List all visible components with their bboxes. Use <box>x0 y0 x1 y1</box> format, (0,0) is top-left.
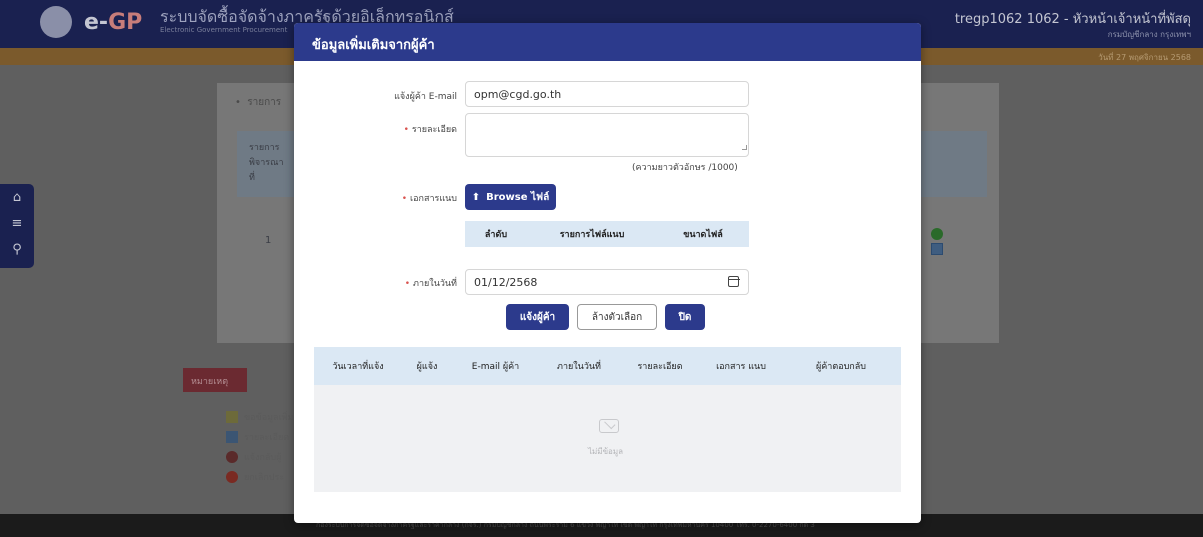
egp-logo: e-GP <box>84 10 143 35</box>
legend-item: ขอข้อมูลเพิ่ม <box>226 407 294 427</box>
legend-list: ขอข้อมูลเพิ่ม รายละเอียด แจ้งกลับผู้ ยกเ… <box>226 407 294 487</box>
modal-title: ข้อมูลเพิ่มเติมจากผู้ค้า <box>294 23 921 61</box>
file-col-name: รายการไฟล์แนบ <box>559 230 625 240</box>
attach-label: • เอกสารแนบ <box>401 194 457 204</box>
legend-item: รายละเอียด <box>226 427 294 447</box>
app-subtitle: Electronic Government Procurement <box>160 26 288 34</box>
home-icon[interactable]: ⌂ <box>0 184 34 210</box>
department-name: กรมบัญชีกลาง กรุงเทพฯ <box>1107 30 1191 39</box>
file-col-order: ลำดับ <box>484 230 508 240</box>
hist-col-due-date: ภายในวันที่ <box>557 362 601 372</box>
supplier-info-modal: ข้อมูลเพิ่มเติมจากผู้ค้า แจ้งผู้ค้า E-ma… <box>294 23 921 523</box>
bullet-item: • รายการ <box>235 97 282 108</box>
history-table-header: วันเวลาที่แจ้ง ผู้แจ้ง E-mail ผู้ค้า ภาย… <box>314 347 901 385</box>
due-date-label: • ภายในวันที่ <box>404 279 457 289</box>
hist-col-reply: ผู้ค้าตอบกลับ <box>816 362 866 372</box>
detail-textarea[interactable] <box>465 113 749 157</box>
detail-label: • รายละเอียด <box>403 125 457 135</box>
edit-icon <box>226 431 238 443</box>
current-date: วันที่ 27 พฤศจิกายน 2568 <box>1098 53 1191 62</box>
file-table-header: ลำดับ รายการไฟล์แนบ ขนาดไฟล์ <box>465 221 749 247</box>
legend-item: แจ้งกลับผู้ <box>226 447 294 467</box>
close-button[interactable]: ปิด <box>665 304 705 330</box>
history-table-body: ไม่มีข้อมูล <box>314 385 901 492</box>
empty-inbox-icon <box>599 419 619 433</box>
side-nav: ⌂ ≡ ⚲ <box>0 184 34 268</box>
table-header-cell: รายการ พิจารณา ที่ <box>249 143 284 183</box>
calendar-icon[interactable] <box>727 276 740 287</box>
hist-col-email: E-mail ผู้ค้า <box>471 362 520 372</box>
download-icon[interactable] <box>931 243 943 255</box>
due-date-field[interactable] <box>465 269 749 295</box>
email-label: แจ้งผู้ค้า E-mail <box>394 92 457 102</box>
remarks-tag: หมายเหตุ <box>183 368 247 392</box>
history-icon <box>226 451 238 463</box>
legend-item: ยกเลิกประ <box>226 467 294 487</box>
email-field[interactable] <box>465 81 749 107</box>
upload-icon: ⬆ <box>471 191 481 203</box>
document-icon <box>226 411 238 423</box>
hist-col-attachment: เอกสาร แนบ <box>716 362 766 372</box>
notify-supplier-button[interactable]: แจ้งผู้ค้า <box>506 304 569 330</box>
search-icon[interactable]: ⚲ <box>0 236 34 262</box>
row-number: 1 <box>265 235 272 246</box>
user-info[interactable]: tregp1062 1062 - หัวหน้าเจ้าหน้าที่พัสดุ <box>955 8 1191 29</box>
hist-col-notifier: ผู้แจ้ง <box>416 362 438 372</box>
check-circle-icon[interactable] <box>931 228 943 240</box>
government-seal-icon <box>40 6 72 38</box>
empty-message: ไม่มีข้อมูล <box>588 447 624 456</box>
menu-icon[interactable]: ≡ <box>0 210 34 236</box>
file-col-size: ขนาดไฟล์ <box>683 230 723 240</box>
clear-selection-button[interactable]: ล้างตัวเลือก <box>577 304 657 330</box>
resize-handle-icon[interactable] <box>742 145 747 150</box>
hist-col-notify-time: วันเวลาที่แจ้ง <box>332 362 384 372</box>
hist-col-detail: รายละเอียด <box>637 362 683 372</box>
cancel-icon <box>226 471 238 483</box>
browse-file-button[interactable]: ⬆ Browse ไฟล์ <box>465 184 556 210</box>
char-counter: (ความยาวตัวอักษร /1000) <box>632 163 738 173</box>
